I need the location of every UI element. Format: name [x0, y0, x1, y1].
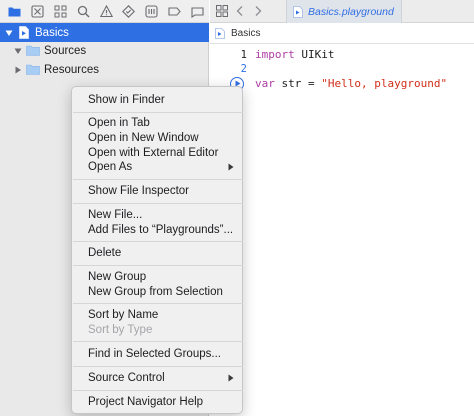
jump-bar[interactable]: Basics [210, 23, 474, 44]
report-navigator-tab[interactable] [186, 0, 209, 23]
menu-item-new-file[interactable]: New File... [72, 207, 244, 223]
symbol-icon [54, 5, 67, 17]
report-icon [191, 6, 204, 18]
folder-icon [26, 44, 40, 57]
keyword-token: var [255, 77, 275, 90]
symbol-navigator-tab[interactable] [49, 0, 72, 23]
menu-item-show-in-finder[interactable]: Show in Finder [72, 92, 244, 108]
menu-item-show-file-inspector[interactable]: Show File Inspector [72, 183, 244, 199]
code-token: str = [274, 77, 322, 90]
find-navigator-tab[interactable] [72, 0, 95, 23]
related-items-button[interactable] [213, 0, 231, 23]
playground-file-icon [17, 26, 31, 39]
source-control-icon [31, 4, 44, 18]
tree-item-label: Basics [35, 26, 69, 39]
debug-navigator-tab[interactable] [140, 0, 163, 23]
menu-item-new-group[interactable]: New Group [72, 269, 244, 285]
disclosure-expanded-icon[interactable] [13, 46, 23, 56]
test-navigator-tab[interactable] [117, 0, 140, 23]
menu-separator [73, 179, 243, 180]
tree-item-sources[interactable]: Sources [0, 41, 209, 60]
menu-separator [73, 112, 243, 113]
breakpoint-icon [168, 6, 181, 16]
submenu-arrow-icon [228, 163, 234, 171]
menu-item-open-in-new-window[interactable]: Open in New Window [72, 130, 244, 146]
menu-item-open-in-tab[interactable]: Open in Tab [72, 115, 244, 131]
disclosure-expanded-icon[interactable] [4, 28, 14, 38]
menu-separator [73, 203, 243, 204]
context-menu: Show in Finder Open in Tab Open in New W… [71, 86, 243, 414]
editor-tab-bar: Basics.playground [210, 0, 474, 23]
code-text: var str = "Hello, playground" [255, 77, 447, 90]
menu-separator [73, 303, 243, 304]
menu-separator [73, 390, 243, 391]
playground-file-icon [293, 5, 303, 18]
menu-item-open-as[interactable]: Open As [72, 159, 244, 175]
string-literal-token: "Hello, playground" [321, 77, 448, 90]
menu-item-sort-by-type: Sort by Type [88, 324, 153, 336]
folder-icon [26, 63, 40, 76]
folder-icon [8, 7, 21, 16]
tree-item-label: Resources [44, 63, 99, 76]
editor-tab-basics[interactable]: Basics.playground [286, 0, 402, 23]
menu-item-project-navigator-help[interactable]: Project Navigator Help [72, 394, 244, 410]
disclosure-collapsed-icon[interactable] [13, 65, 23, 75]
tree-item-resources[interactable]: Resources [0, 60, 209, 79]
menu-item-delete[interactable]: Delete [72, 245, 244, 261]
issue-warning-icon [99, 4, 113, 17]
search-icon [77, 5, 90, 17]
menu-item-find-in-selected-groups[interactable]: Find in Selected Groups... [72, 346, 244, 362]
source-control-navigator-tab[interactable] [26, 0, 49, 23]
playground-file-icon [215, 27, 225, 39]
menu-separator [73, 265, 243, 266]
debug-icon [145, 4, 158, 18]
issue-navigator-tab[interactable] [95, 0, 118, 23]
menu-item-source-control[interactable]: Source Control [72, 370, 244, 386]
jump-bar-item[interactable]: Basics [231, 28, 260, 39]
submenu-arrow-icon [228, 374, 234, 382]
menu-item-sort-by-name[interactable]: Sort by Name [72, 307, 244, 323]
navigate-back-button[interactable] [231, 0, 249, 23]
tree-item-basics[interactable]: Basics [0, 23, 209, 42]
menu-item-label: Open As [88, 161, 133, 173]
code-line-3[interactable]: var str = "Hello, playground" [210, 75, 474, 92]
line-number: 2 [240, 62, 247, 75]
editor-tab-label: Basics.playground [308, 5, 394, 18]
breakpoint-navigator-tab[interactable] [163, 0, 186, 23]
menu-separator [73, 366, 243, 367]
menu-item-label: Source Control [88, 372, 165, 384]
grid-icon [216, 5, 228, 17]
menu-item-new-group-from-selection[interactable]: New Group from Selection [72, 284, 244, 300]
line-number: 1 [240, 48, 247, 61]
navigator-toolbar [0, 0, 209, 23]
menu-item-add-files[interactable]: Add Files to “Playgrounds”... [72, 222, 244, 238]
chevron-left-icon [236, 6, 243, 16]
test-diamond-icon [122, 4, 136, 18]
chevron-right-icon [255, 6, 262, 16]
code-editor: Basics.playground Basics 1 import UIKit … [210, 0, 474, 416]
project-navigator-tab[interactable] [3, 0, 26, 23]
tree-item-label: Sources [44, 44, 87, 57]
navigate-forward-button[interactable] [249, 0, 267, 23]
menu-separator [73, 341, 243, 342]
menu-separator [73, 241, 243, 242]
